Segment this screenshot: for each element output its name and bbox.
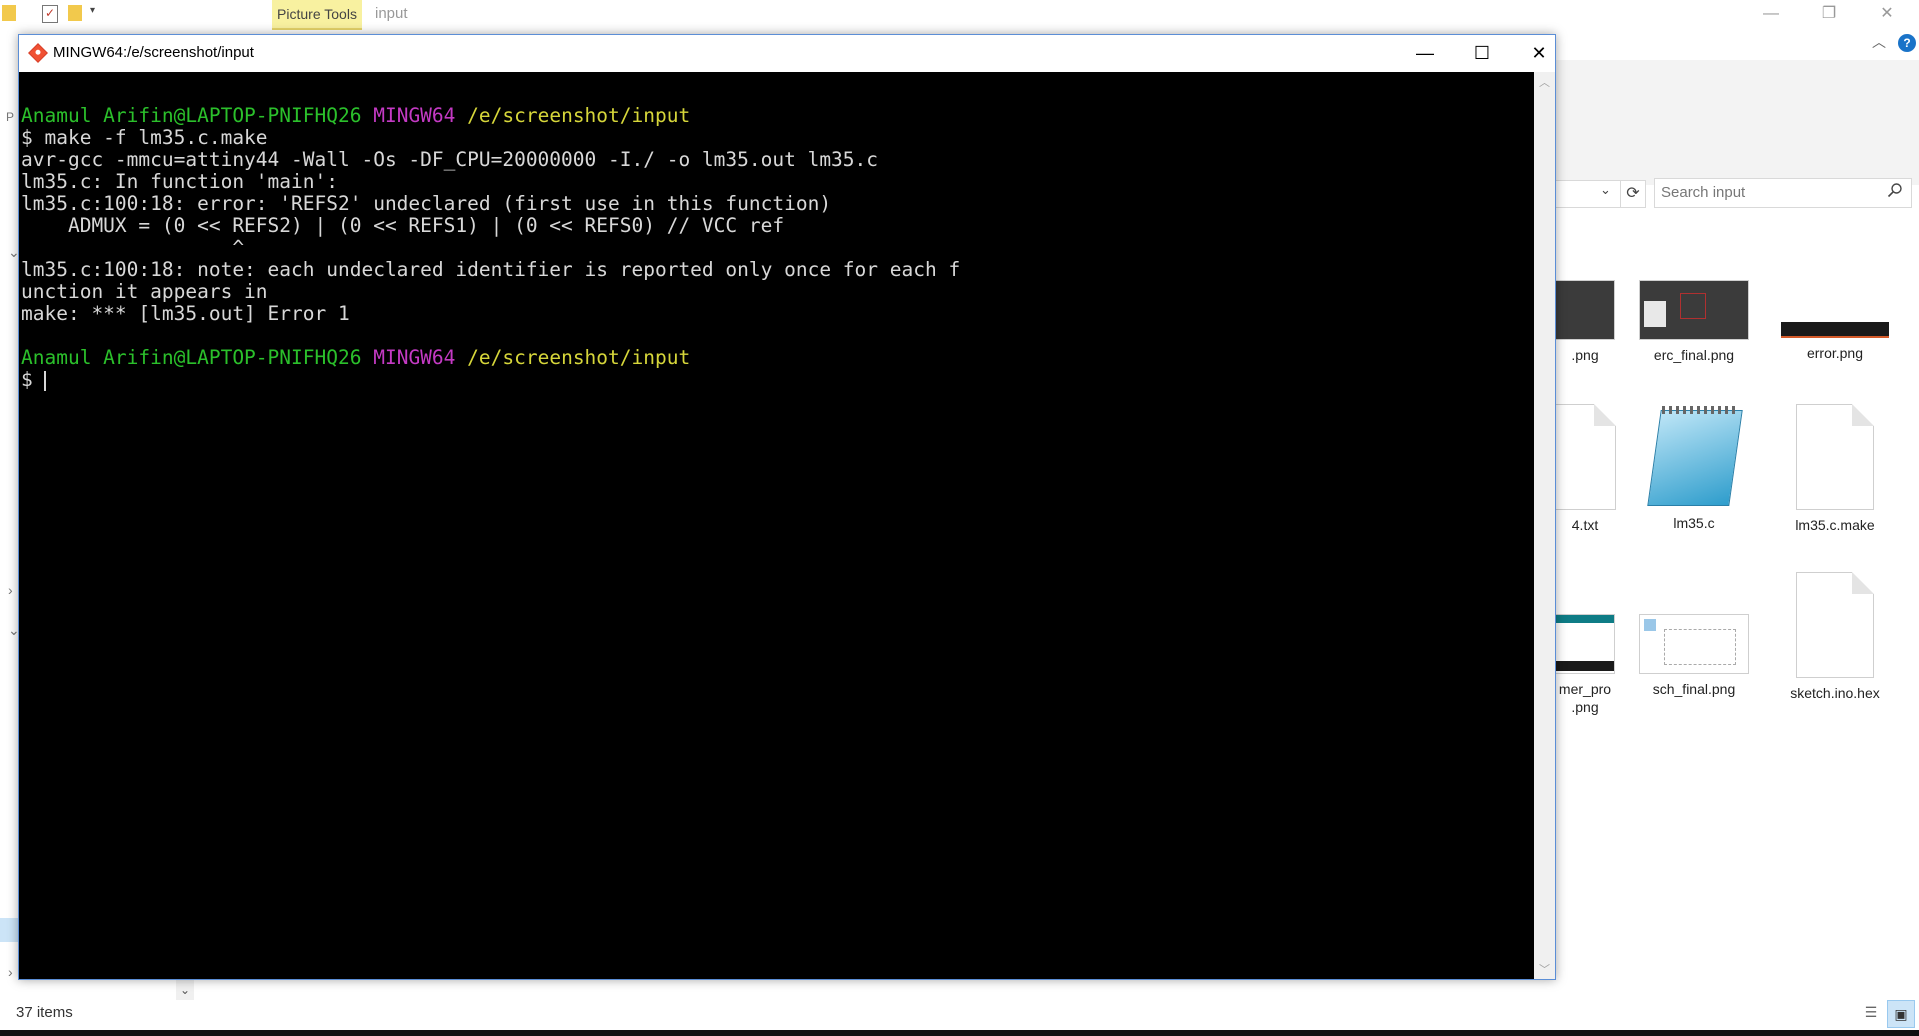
output-line: unction it appears in xyxy=(21,280,268,303)
address-history-chevron-icon[interactable]: ⌄ xyxy=(1600,182,1611,198)
chevron-right-icon[interactable]: › xyxy=(8,582,13,598)
image-thumbnail xyxy=(1639,280,1749,340)
folder-icon[interactable] xyxy=(2,5,16,21)
scroll-chevron-icon[interactable]: ⌄ xyxy=(176,980,194,1000)
file-item[interactable]: lm35.c.make xyxy=(1765,404,1905,534)
prompt-path: /e/screenshot/input xyxy=(467,104,691,127)
prompt-env: MINGW64 xyxy=(373,104,456,127)
image-thumbnail xyxy=(1639,614,1749,674)
help-icon[interactable]: ? xyxy=(1898,34,1916,52)
status-item-count: 37 items xyxy=(16,1004,73,1021)
nav-selected-item[interactable] xyxy=(0,918,18,942)
details-view-button[interactable]: ☰ xyxy=(1860,1004,1882,1024)
input-prefix: $ xyxy=(21,368,45,391)
input-line[interactable]: $ xyxy=(21,368,47,391)
notepad-icon xyxy=(1642,404,1746,508)
prompt-user: Anamul Arifin@LAPTOP-PNIFHQ26 xyxy=(21,346,362,369)
taskbar xyxy=(0,1030,1919,1036)
ribbon-collapse-icon[interactable]: ︿ xyxy=(1872,32,1886,52)
quick-access-dropdown-icon[interactable]: ▾ xyxy=(90,5,104,21)
search-input[interactable] xyxy=(1661,184,1871,201)
output-line: $ make -f lm35.c.make xyxy=(21,126,268,149)
file-item[interactable]: lm35.c xyxy=(1624,404,1764,532)
file-item[interactable]: sch_final.png xyxy=(1624,614,1764,698)
terminal-title: MINGW64:/e/screenshot/input xyxy=(53,44,254,61)
output-line: ^ xyxy=(21,236,245,259)
file-icon xyxy=(1796,404,1874,510)
file-item[interactable]: erc_final.png xyxy=(1624,280,1764,364)
git-icon xyxy=(28,43,48,63)
close-button[interactable]: ✕ xyxy=(1511,35,1567,71)
address-bar[interactable] xyxy=(1552,180,1623,208)
scroll-down-icon[interactable]: ﹀ xyxy=(1534,961,1555,977)
new-folder-icon[interactable] xyxy=(68,5,82,21)
picture-tools-tab[interactable]: Picture Tools xyxy=(272,0,362,30)
prompt-env: MINGW64 xyxy=(373,346,456,369)
explorer-minimize-button[interactable]: — xyxy=(1748,0,1794,28)
text-cursor xyxy=(44,370,47,391)
explorer-restore-button[interactable]: ❐ xyxy=(1806,0,1852,28)
terminal-window[interactable]: MINGW64:/e/screenshot/input — ☐ ✕ Anamul… xyxy=(18,34,1556,980)
file-name: lm35.c xyxy=(1673,515,1715,531)
scroll-up-icon[interactable]: ︿ xyxy=(1534,74,1555,90)
expand-arrow-icon[interactable]: P xyxy=(6,110,14,124)
file-item[interactable]: sketch.ino.hex xyxy=(1765,572,1905,702)
prompt-path: /e/screenshot/input xyxy=(467,346,691,369)
terminal-scrollbar[interactable]: ︿ ﹀ xyxy=(1534,72,1555,979)
output-line: ADMUX = (0 << REFS2) | (0 << REFS1) | (0… xyxy=(21,214,785,237)
prompt-line: Anamul Arifin@LAPTOP-PNIFHQ26 MINGW64 /e… xyxy=(21,105,690,127)
output-line: avr-gcc -mmcu=attiny44 -Wall -Os -DF_CPU… xyxy=(21,148,879,171)
file-item[interactable]: error.png xyxy=(1765,280,1905,362)
properties-check-icon[interactable]: ✓ xyxy=(42,5,58,23)
file-name: sketch.ino.hex xyxy=(1790,685,1880,701)
terminal-title-bar[interactable]: MINGW64:/e/screenshot/input — ☐ ✕ xyxy=(19,35,1555,71)
explorer-window-title: input xyxy=(375,5,408,22)
file-name: lm35.c.make xyxy=(1795,517,1875,533)
chevron-right-icon[interactable]: › xyxy=(8,964,13,980)
explorer-close-button[interactable]: ✕ xyxy=(1864,0,1910,28)
output-line: lm35.c:100:18: error: 'REFS2' undeclared… xyxy=(21,192,832,215)
image-thumbnail xyxy=(1781,280,1889,338)
output-line: lm35.c:100:18: note: each undeclared ide… xyxy=(21,258,961,281)
minimize-button[interactable]: — xyxy=(1397,35,1453,71)
file-name: erc_final.png xyxy=(1653,347,1735,363)
search-box[interactable] xyxy=(1654,178,1912,208)
large-icons-view-button[interactable]: ▣ xyxy=(1887,1000,1915,1028)
prompt-line: Anamul Arifin@LAPTOP-PNIFHQ26 MINGW64 /e… xyxy=(21,347,690,369)
file-name: error.png xyxy=(1806,345,1864,361)
file-icon xyxy=(1796,572,1874,678)
prompt-user: Anamul Arifin@LAPTOP-PNIFHQ26 xyxy=(21,104,362,127)
output-line: lm35.c: In function 'main': xyxy=(21,170,338,193)
file-name: sch_final.png xyxy=(1652,681,1736,697)
ribbon-area xyxy=(1552,60,1919,185)
terminal-output[interactable]: Anamul Arifin@LAPTOP-PNIFHQ26 MINGW64 /e… xyxy=(19,72,1534,979)
maximize-button[interactable]: ☐ xyxy=(1454,35,1510,71)
ribbon-title-bar: ✓ ▾ Picture Tools input — ❐ ✕ xyxy=(0,0,1919,32)
refresh-button[interactable]: ⟳ xyxy=(1620,180,1646,208)
output-line: make: *** [lm35.out] Error 1 xyxy=(21,302,350,325)
search-icon[interactable] xyxy=(1887,182,1903,198)
